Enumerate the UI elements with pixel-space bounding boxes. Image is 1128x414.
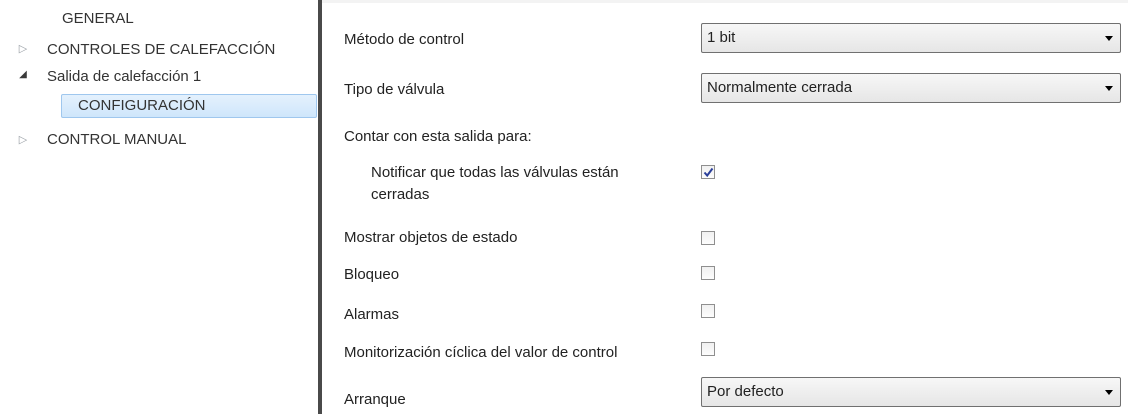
sidebar-item-heating-controls[interactable]: CONTROLES DE CALEFACCIÓN	[47, 39, 275, 61]
lock-checkbox[interactable]	[701, 266, 715, 280]
dropdown-arrow-icon	[1105, 86, 1113, 91]
panel-top-edge	[322, 0, 1128, 3]
sidebar-item-configuration[interactable]: CONFIGURACIÓN	[78, 95, 206, 117]
sidebar-item-label: CONTROL MANUAL	[47, 131, 187, 148]
startup-label: Arranque	[344, 391, 406, 408]
sidebar-item-heating-output-1[interactable]: Salida de calefacción 1	[47, 66, 201, 88]
sidebar-item-label: Salida de calefacción 1	[47, 68, 202, 85]
sidebar-item-general[interactable]: GENERAL	[62, 8, 134, 30]
control-method-label: Método de control	[344, 31, 465, 48]
dropdown-arrow-icon	[1105, 36, 1113, 41]
chevron-right-icon[interactable]: ▷	[16, 42, 30, 55]
sidebar-item-label: CONTROLES DE CALEFACCIÓN	[47, 41, 276, 58]
valve-type-select[interactable]: Normalmente cerrada	[701, 73, 1121, 103]
sidebar-item-label: GENERAL	[62, 10, 134, 27]
app-window: GENERAL ▷ CONTROLES DE CALEFACCIÓN ◢ Sal…	[0, 0, 1128, 414]
dropdown-arrow-icon	[1105, 390, 1113, 395]
startup-value: Por defecto	[707, 383, 784, 400]
notify-valves-closed-checkbox[interactable]	[701, 165, 715, 179]
valve-type-value: Normalmente cerrada	[707, 79, 853, 96]
notify-valves-closed-label: Notificar que todas las válvulas están c…	[371, 162, 619, 206]
valve-type-label: Tipo de válvula	[344, 81, 445, 98]
sidebar-item-label: CONFIGURACIÓN	[78, 97, 206, 114]
sidebar-tree: GENERAL ▷ CONTROLES DE CALEFACCIÓN ◢ Sal…	[0, 0, 318, 414]
control-method-select[interactable]: 1 bit	[701, 23, 1121, 53]
cyclic-monitoring-checkbox[interactable]	[701, 342, 715, 356]
chevron-right-icon[interactable]: ▷	[16, 133, 30, 146]
count-output-heading: Contar con esta salida para:	[344, 128, 532, 145]
alarms-label: Alarmas	[344, 306, 400, 323]
sidebar-item-manual-control[interactable]: CONTROL MANUAL	[47, 129, 186, 151]
notify-label-line1: Notificar que todas las válvulas están	[371, 164, 619, 181]
status-objects-label: Mostrar objetos de estado	[344, 229, 518, 246]
status-objects-checkbox[interactable]	[701, 231, 715, 245]
notify-label-line2: cerradas	[371, 186, 430, 203]
chevron-expanded-icon[interactable]: ◢	[16, 69, 30, 80]
startup-select[interactable]: Por defecto	[701, 377, 1121, 407]
alarms-checkbox[interactable]	[701, 304, 715, 318]
cyclic-monitoring-label: Monitorización cíclica del valor de cont…	[344, 344, 618, 361]
control-method-value: 1 bit	[707, 29, 736, 46]
checkmark-icon	[703, 167, 714, 178]
lock-label: Bloqueo	[344, 266, 400, 283]
